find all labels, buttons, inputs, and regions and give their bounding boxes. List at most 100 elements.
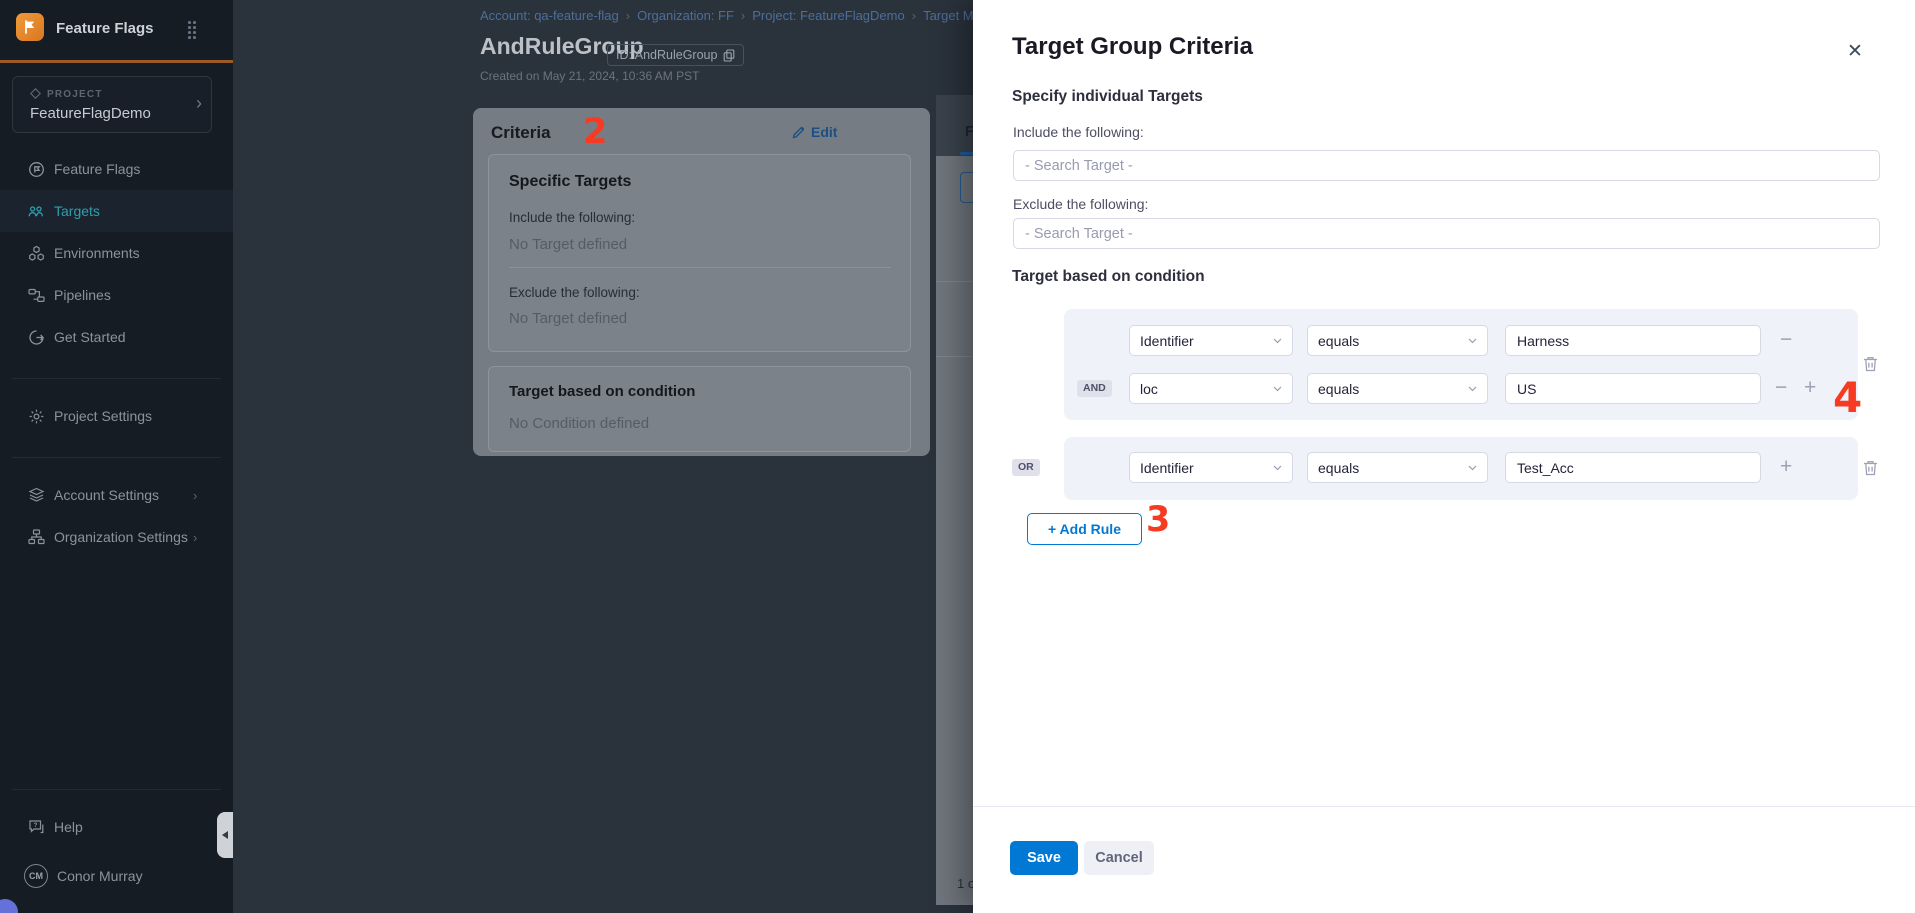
module-accent-bar (0, 60, 233, 63)
chevron-down-icon (1273, 465, 1282, 471)
attribute-dropdown[interactable]: loc (1129, 373, 1293, 404)
condition-card-value: No Condition defined (509, 415, 649, 432)
org-chart-icon (27, 529, 45, 545)
sidebar-collapse-button[interactable] (217, 812, 233, 858)
attribute-dropdown[interactable]: Identifier (1129, 325, 1293, 356)
sidebar-item-label: Pipelines (54, 287, 111, 303)
condition-row: Identifier equals − (1064, 325, 1858, 356)
pipelines-icon (27, 288, 45, 303)
condition-value-input[interactable] (1505, 452, 1761, 483)
annotation-marker-3: 3 (1146, 503, 1170, 538)
exclude-target-search-input[interactable] (1013, 218, 1880, 249)
pencil-icon (792, 126, 805, 139)
cancel-button[interactable]: Cancel (1084, 841, 1154, 875)
modal-exclude-label: Exclude the following: (1013, 196, 1148, 212)
close-icon[interactable]: ✕ (1847, 42, 1863, 61)
operator-dropdown[interactable]: equals (1307, 325, 1488, 356)
sidebar-divider (12, 457, 221, 458)
gear-icon (27, 408, 45, 425)
sidebar-item-get-started[interactable]: Get Started (0, 316, 233, 358)
add-value-button[interactable]: + (1804, 374, 1816, 402)
module-menu-icon[interactable] (188, 21, 198, 41)
id-badge[interactable]: ID: AndRuleGroup (607, 44, 744, 66)
sidebar-item-environments[interactable]: Environments (0, 232, 233, 274)
project-selector[interactable]: PROJECT FeatureFlagDemo › (12, 76, 212, 133)
sidebar-item-help[interactable]: ? Help (0, 806, 233, 848)
add-rule-button[interactable]: + Add Rule (1027, 513, 1142, 545)
chat-widget-blob[interactable] (0, 899, 18, 913)
delete-rule-icon[interactable] (1862, 459, 1879, 477)
attribute-value: Identifier (1140, 460, 1194, 476)
feature-flags-logo-icon[interactable] (16, 13, 44, 41)
sidebar: Feature Flags PROJECT FeatureFlagDemo › … (0, 0, 233, 913)
specific-targets-title: Specific Targets (509, 173, 631, 191)
sidebar-item-label: Targets (54, 203, 100, 219)
chevron-right-icon: › (196, 93, 202, 114)
sidebar-item-label: Help (54, 819, 83, 835)
sidebar-item-account-settings[interactable]: Account Settings › (0, 474, 233, 516)
condition-row: AND loc equals − + (1064, 373, 1858, 404)
delete-rule-icon[interactable] (1862, 355, 1879, 373)
save-button[interactable]: Save (1010, 841, 1078, 875)
modal-include-label: Include the following: (1013, 124, 1144, 140)
chevron-down-icon (1468, 465, 1477, 471)
sidebar-item-label: Account Settings (54, 487, 159, 503)
feature-flags-icon (27, 161, 45, 178)
svg-text:?: ? (33, 822, 37, 829)
condition-value-input[interactable] (1505, 373, 1761, 404)
sidebar-item-feature-flags[interactable]: Feature Flags (0, 148, 233, 190)
id-badge-text: ID: AndRuleGroup (616, 48, 717, 62)
target-group-criteria-modal: Target Group Criteria ✕ Specify individu… (973, 0, 1915, 913)
sidebar-item-user[interactable]: CM Conor Murray (0, 855, 233, 897)
operator-dropdown[interactable]: equals (1307, 452, 1488, 483)
chevron-left-icon (222, 831, 228, 839)
exclude-value: No Target defined (509, 310, 627, 327)
edit-label: Edit (811, 124, 837, 140)
breadcrumb-separator: › (626, 8, 630, 23)
chevron-down-icon (1468, 386, 1477, 392)
specify-targets-heading: Specify individual Targets (1012, 88, 1203, 106)
condition-group: Identifier equals − AND loc equals (1064, 309, 1858, 420)
sidebar-item-label: Project Settings (54, 408, 152, 424)
project-name: FeatureFlagDemo (30, 105, 151, 122)
breadcrumb-account[interactable]: Account: qa-feature-flag (480, 8, 619, 23)
chevron-right-icon: › (193, 530, 197, 545)
operator-dropdown[interactable]: equals (1307, 373, 1488, 404)
app-title: Feature Flags (56, 20, 154, 37)
avatar: CM (24, 864, 48, 888)
remove-value-button[interactable]: − (1775, 374, 1787, 402)
sidebar-item-project-settings[interactable]: Project Settings (0, 395, 233, 437)
divider (509, 267, 891, 268)
sidebar-item-pipelines[interactable]: Pipelines (0, 274, 233, 316)
sidebar-item-targets[interactable]: Targets (0, 190, 233, 232)
attribute-value: loc (1140, 381, 1158, 397)
condition-group: Identifier equals + (1064, 437, 1858, 500)
layers-icon (27, 487, 45, 503)
breadcrumb-project[interactable]: Project: FeatureFlagDemo (752, 8, 904, 23)
operator-value: equals (1318, 333, 1359, 349)
chevron-down-icon (1273, 386, 1282, 392)
attribute-value: Identifier (1140, 333, 1194, 349)
condition-value-input[interactable] (1505, 325, 1761, 356)
condition-card-title: Target based on condition (509, 383, 695, 400)
sidebar-item-label: Get Started (54, 329, 126, 345)
chevron-right-icon: › (193, 488, 197, 503)
copy-icon[interactable] (723, 49, 735, 62)
and-connector-chip: AND (1077, 380, 1112, 397)
sidebar-divider (12, 378, 221, 379)
targets-icon (27, 203, 45, 219)
include-target-search-input[interactable] (1013, 150, 1880, 181)
breadcrumb-organization[interactable]: Organization: FF (637, 8, 734, 23)
attribute-dropdown[interactable]: Identifier (1129, 452, 1293, 483)
remove-value-button[interactable]: − (1780, 326, 1792, 354)
environments-icon (27, 245, 45, 262)
sidebar-item-organization-settings[interactable]: Organization Settings › (0, 516, 233, 558)
operator-value: equals (1318, 460, 1359, 476)
get-started-icon (27, 329, 45, 346)
help-chat-icon: ? (27, 819, 45, 835)
modal-title: Target Group Criteria (1012, 33, 1253, 61)
add-value-button[interactable]: + (1780, 453, 1792, 481)
project-label: PROJECT (47, 89, 103, 100)
annotation-marker-2: 2 (583, 115, 607, 150)
edit-criteria-button[interactable]: Edit (792, 124, 837, 140)
